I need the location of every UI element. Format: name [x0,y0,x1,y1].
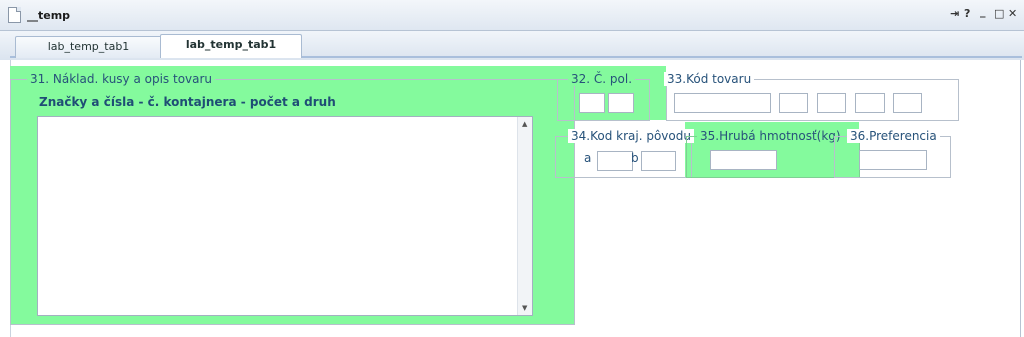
preference-field[interactable] [859,150,927,170]
item-number-field-1[interactable] [579,93,605,113]
box31-legend: 31. Náklad. kusy a opis tovaru [27,72,216,86]
help-icon[interactable]: ? [964,8,970,20]
box33-legend: 33.Kód tovaru [664,72,755,86]
maximize-icon[interactable]: □ [994,8,1004,20]
textarea-scrollbar[interactable]: ▲ ▼ [517,117,532,315]
box34-legend: 34.Kod kraj. pôvodu [568,129,694,143]
box36-legend: 36.Preferencia [847,129,940,143]
goods-description-textarea[interactable]: ▲ ▼ [37,116,533,316]
title-bar: __temp ⇥ ? _ □ ✕ [0,0,1024,31]
pin-icon[interactable]: ⇥ [950,8,959,20]
gross-weight-field[interactable] [710,150,777,170]
scroll-down-arrow-icon[interactable]: ▼ [522,304,527,312]
box31-sublabel: Značky a čísla - č. kontajnera - počet a… [39,95,336,109]
commodity-code-field-3[interactable] [817,93,846,113]
tab-lab-temp-1[interactable]: lab_temp_tab1 [15,36,162,58]
window-title: __temp [27,9,71,22]
item-number-field-2[interactable] [608,93,634,113]
commodity-code-field-4[interactable] [855,93,885,113]
origin-a-label: a [584,151,592,165]
commodity-code-field-main[interactable] [674,93,771,113]
scroll-up-arrow-icon[interactable]: ▲ [522,120,527,128]
document-icon [8,7,21,23]
origin-country-a-field[interactable] [597,151,633,171]
close-icon[interactable]: ✕ [1008,8,1017,20]
origin-b-label: b [631,151,639,165]
box35-legend: 35.Hrubá hmotnosť(kg) [697,129,844,143]
commodity-code-field-5[interactable] [893,93,922,113]
tab-lab-temp-active[interactable]: lab_temp_tab1 [160,34,302,58]
minimize-icon[interactable]: _ [980,6,986,18]
commodity-code-field-2[interactable] [779,93,808,113]
origin-country-b-field[interactable] [641,151,676,171]
panel-right-edge [1020,60,1021,337]
box32-legend: 32. Č. pol. [568,72,636,86]
